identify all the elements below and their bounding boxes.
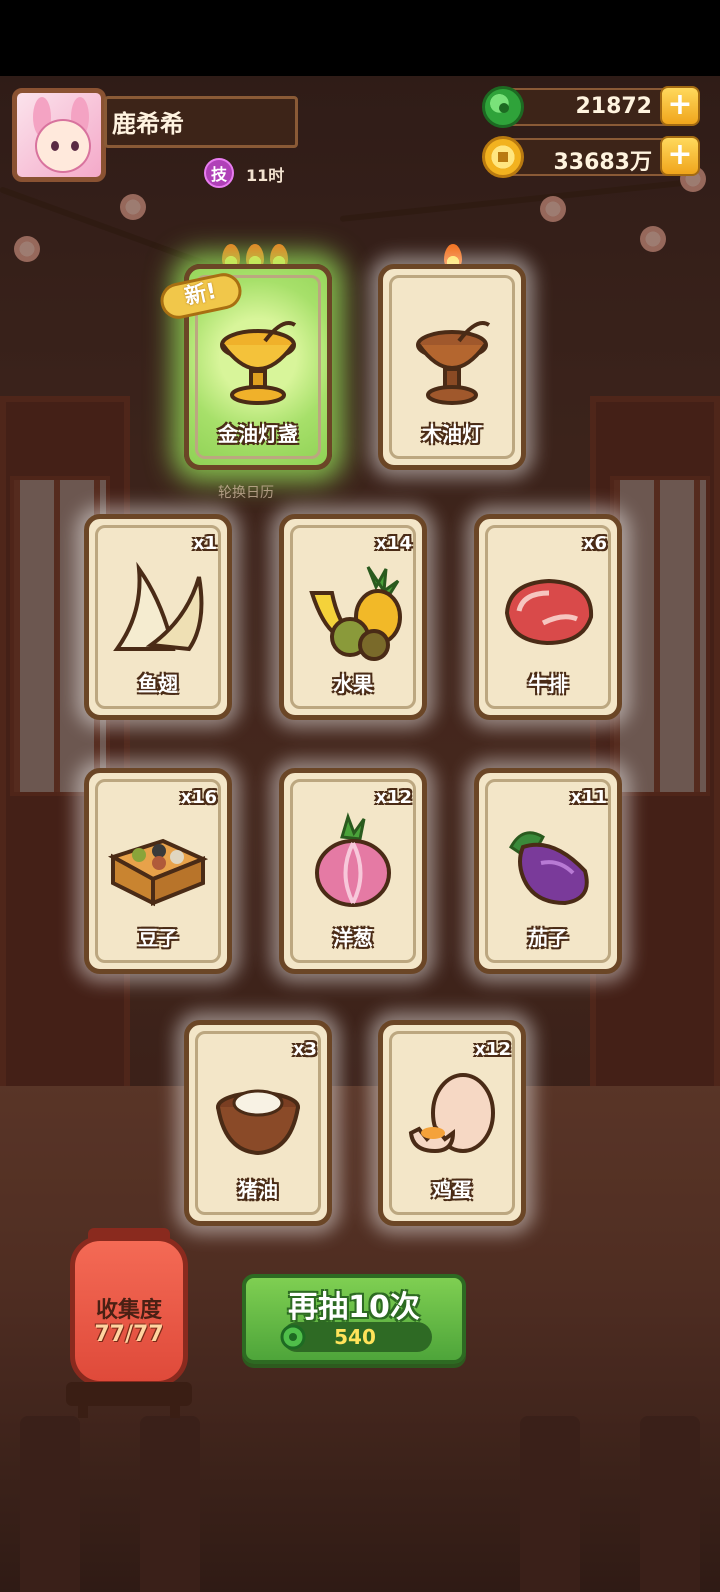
avatar-face (35, 119, 91, 173)
card-label: 金油灯盏 (218, 422, 298, 446)
item-count: x14 (375, 533, 412, 554)
card-eggplant[interactable]: x11 茄子 (474, 768, 622, 974)
card-fruit[interactable]: x14 水果 (279, 514, 427, 720)
golden-lamp-icon (220, 321, 297, 405)
wooden-lamp-icon (416, 321, 491, 405)
coin-value: 33683万 (553, 150, 652, 175)
skill-time: 11时 (246, 166, 285, 185)
item-count: x16 (180, 787, 217, 808)
item-count: x11 (570, 787, 607, 808)
avatar-eye (71, 141, 79, 151)
card-egg[interactable]: x12 鸡蛋 (378, 1020, 526, 1226)
card-label: 茄子 (528, 926, 568, 950)
jade-value: 21872 (575, 94, 652, 119)
draw-cost: 540 (334, 1325, 376, 1349)
onion-icon (315, 812, 391, 907)
item-count: x1 (192, 533, 217, 554)
beans-icon (107, 838, 209, 907)
card-shark-fin[interactable]: x1 鱼翅 (84, 514, 232, 720)
card-label: 木油灯 (422, 422, 482, 446)
item-count: x3 (292, 1039, 317, 1060)
card-label: 豆子 (138, 926, 178, 950)
lard-icon (216, 1089, 300, 1156)
shark-fin-icon (113, 561, 204, 652)
steak-icon (504, 578, 594, 646)
card-label: 水果 (333, 672, 373, 696)
card-lard[interactable]: x3 猪油 (184, 1020, 332, 1226)
card-steak[interactable]: x6 牛排 (474, 514, 622, 720)
avatar-eye (51, 141, 59, 151)
player-name: 鹿希希 (112, 110, 184, 138)
card-label: 洋葱 (333, 926, 373, 950)
item-count: x12 (474, 1039, 511, 1060)
collection-title: 收集度 (95, 1298, 162, 1323)
item-count: x12 (375, 787, 412, 808)
card-onion[interactable]: x12 洋葱 (279, 768, 427, 974)
draw-again-label: 再抽10次 (288, 1290, 420, 1325)
jade-icon (280, 1324, 306, 1350)
item-count: x6 (582, 533, 607, 554)
egg-icon (408, 1073, 495, 1154)
card-wooden-lamp[interactable]: 木油灯 (378, 264, 526, 470)
eggplant-icon (509, 831, 589, 906)
fruit-icon (309, 566, 402, 661)
add-coin-button[interactable]: + (660, 136, 700, 176)
skill-icon[interactable]: 技 (204, 158, 234, 188)
player-avatar[interactable] (12, 88, 106, 182)
card-beans[interactable]: x16 豆子 (84, 768, 232, 974)
add-jade-button[interactable]: + (660, 86, 700, 126)
lantern-leg (170, 1388, 180, 1418)
card-label: 牛排 (528, 672, 568, 696)
card-label: 鱼翅 (138, 672, 178, 696)
lantern-leg (78, 1388, 88, 1418)
status-bar-area (0, 0, 720, 76)
calendar-text: 轮换日历 (218, 485, 274, 501)
collection-value: 77/77 (94, 1322, 164, 1347)
card-label: 鸡蛋 (432, 1178, 472, 1202)
card-label: 猪油 (238, 1178, 278, 1202)
